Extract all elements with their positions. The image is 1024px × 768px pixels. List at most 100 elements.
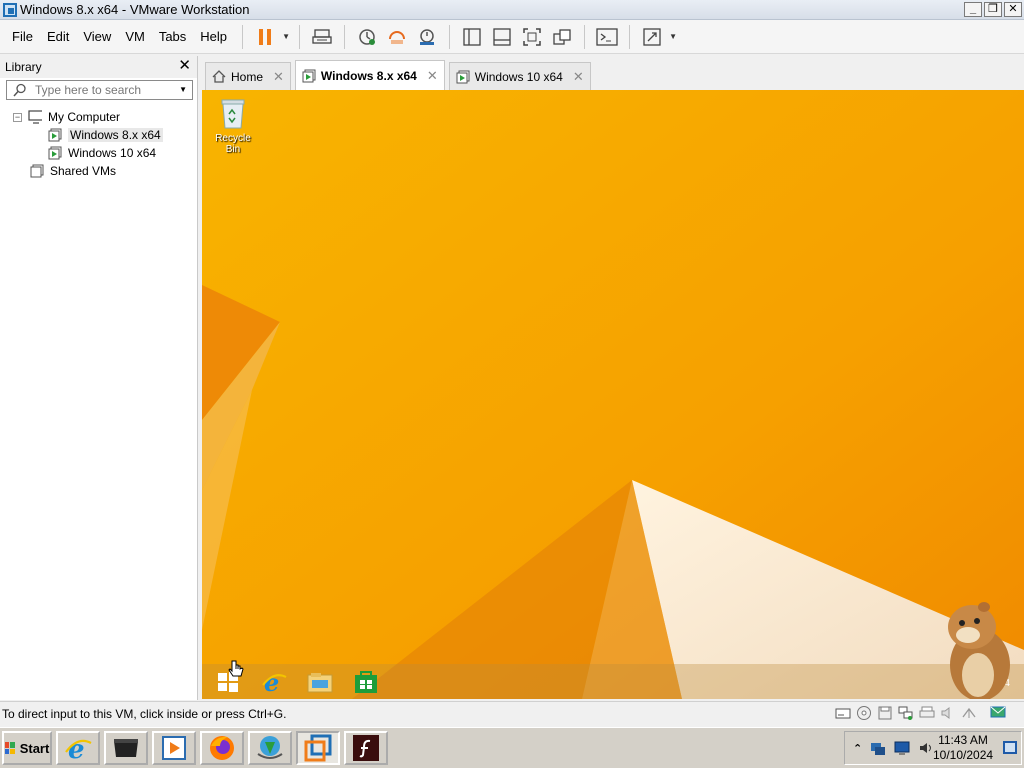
show-library-icon[interactable] xyxy=(459,24,485,50)
search-dropdown-arrow-icon[interactable]: ▼ xyxy=(179,85,187,94)
message-icon[interactable] xyxy=(990,705,1006,721)
stretch-dropdown-arrow-icon[interactable]: ▼ xyxy=(667,24,679,50)
taskbar-vmware-workstation[interactable] xyxy=(296,731,340,765)
svg-text:e: e xyxy=(68,735,85,762)
send-ctrl-alt-del-icon[interactable] xyxy=(309,24,335,50)
tab-close-icon[interactable]: ✕ xyxy=(273,69,284,85)
tree-item-my-computer[interactable]: − My Computer xyxy=(0,108,197,126)
recycle-bin-shortcut[interactable]: Recycle Bin xyxy=(208,96,258,155)
pause-icon[interactable] xyxy=(252,24,278,50)
library-close-button[interactable]: ✕ xyxy=(178,57,191,75)
mouse-cursor-hand-icon xyxy=(228,660,244,677)
internet-explorer-icon[interactable]: e xyxy=(258,666,290,698)
usb-icon[interactable] xyxy=(961,705,977,721)
windows-logo-icon xyxy=(4,742,15,754)
hard-disk-icon[interactable] xyxy=(835,705,851,721)
library-search-box[interactable]: ▼ xyxy=(6,80,193,100)
show-thumbnail-bar-icon[interactable] xyxy=(489,24,515,50)
vm-console[interactable]: Recycle Bin e 024 xyxy=(202,90,1024,699)
display-tray-icon[interactable] xyxy=(894,740,910,756)
taskbar-internet-download-manager[interactable] xyxy=(248,731,292,765)
tab-windows-8[interactable]: Windows 8.x x64 ✕ xyxy=(294,60,445,90)
network-adapter-icon[interactable] xyxy=(898,705,914,721)
computer-icon xyxy=(28,110,42,124)
tab-windows-10[interactable]: Windows 10 x64 ✕ xyxy=(448,62,591,90)
taskbar-internet-explorer[interactable]: e xyxy=(56,731,100,765)
hamster-mascot-icon xyxy=(948,602,1010,699)
volume-tray-icon[interactable] xyxy=(918,740,934,756)
cd-dvd-icon[interactable] xyxy=(856,705,872,721)
store-icon[interactable] xyxy=(350,666,382,698)
toolbar-separator xyxy=(449,24,451,49)
maximize-button[interactable]: ❐ xyxy=(984,2,1002,17)
full-screen-icon[interactable] xyxy=(519,24,545,50)
system-clock[interactable]: 11:43 AM 10/10/2024 xyxy=(933,733,993,763)
tree-item-shared-vms[interactable]: Shared VMs xyxy=(0,162,197,180)
taskbar-flash[interactable] xyxy=(344,731,388,765)
start-button[interactable]: Start xyxy=(2,731,52,765)
menu-tabs[interactable]: Tabs xyxy=(153,29,192,44)
window-controls: _ ❐ ✕ xyxy=(964,2,1022,17)
menu-help[interactable]: Help xyxy=(194,29,233,44)
menu-edit[interactable]: Edit xyxy=(41,29,75,44)
tab-label: Home xyxy=(231,69,264,84)
toolbar-separator xyxy=(242,24,244,49)
sound-icon[interactable] xyxy=(940,705,956,721)
tab-close-icon[interactable]: ✕ xyxy=(427,68,438,84)
firefox-icon xyxy=(210,736,234,760)
printer-icon[interactable] xyxy=(919,705,935,721)
menu-view[interactable]: View xyxy=(77,29,117,44)
tree-item-label: Windows 8.x x64 xyxy=(68,128,163,142)
tray-expand-icon[interactable]: ⌃ xyxy=(853,742,862,755)
vm-running-icon xyxy=(48,146,62,160)
power-dropdown-arrow-icon[interactable]: ▼ xyxy=(280,24,292,50)
menu-file[interactable]: File xyxy=(6,29,39,44)
window-title: Windows 8.x x64 - VMware Workstation xyxy=(20,2,250,17)
tree-item-windows-10-vm[interactable]: Windows 10 x64 xyxy=(0,144,197,162)
vmware-workstation-icon xyxy=(304,734,332,762)
taskbar-firefox[interactable] xyxy=(200,731,244,765)
snapshot-take-icon[interactable] xyxy=(354,24,380,50)
status-bar: To direct input to this VM, click inside… xyxy=(0,701,1024,725)
tab-label: Windows 10 x64 xyxy=(474,69,563,84)
recycle-bin-icon xyxy=(221,99,245,129)
terminal-icon xyxy=(114,739,138,757)
start-label: Start xyxy=(19,740,50,756)
tab-home[interactable]: Home ✕ xyxy=(205,62,291,90)
tree-item-label: Shared VMs xyxy=(50,164,117,178)
unity-icon[interactable] xyxy=(549,24,575,50)
search-icon xyxy=(13,83,26,97)
stretch-guest-icon[interactable] xyxy=(639,24,665,50)
guest-taskbar: e 024 xyxy=(202,664,1024,699)
vm-icon xyxy=(456,70,470,84)
shared-vms-icon xyxy=(30,164,44,178)
floppy-icon[interactable] xyxy=(877,705,893,721)
console-view-icon[interactable] xyxy=(594,24,620,50)
clock-date: 10/10/2024 xyxy=(933,748,994,762)
system-tray: ⌃ 11:43 AM 10/10/2024 xyxy=(844,731,1022,765)
minimize-button[interactable]: _ xyxy=(964,2,982,17)
tab-close-icon[interactable]: ✕ xyxy=(573,69,584,85)
flash-icon xyxy=(353,735,379,761)
menu-vm[interactable]: VM xyxy=(119,29,151,44)
snapshot-revert-icon[interactable] xyxy=(384,24,410,50)
tree-item-label: Windows 10 x64 xyxy=(68,146,157,160)
close-button[interactable]: ✕ xyxy=(1004,2,1022,17)
show-desktop-icon[interactable] xyxy=(1003,741,1017,754)
toolbar-separator xyxy=(584,24,586,49)
internet-explorer-icon: e xyxy=(65,735,92,762)
library-search-input[interactable] xyxy=(35,83,155,97)
toolbar-separator xyxy=(299,24,301,49)
taskbar-terminal[interactable] xyxy=(104,731,148,765)
host-taskbar: Start e ⌃ 11:43 AM 10/10/2024 xyxy=(0,727,1024,768)
taskbar-media-player[interactable] xyxy=(152,731,196,765)
tree-item-windows-8-vm[interactable]: Windows 8.x x64 xyxy=(0,126,197,144)
library-tree: − My Computer Windows 8.x x64 Windows 10… xyxy=(0,108,197,180)
file-explorer-icon[interactable] xyxy=(304,666,336,698)
collapse-icon[interactable]: − xyxy=(13,112,22,122)
library-panel: Library ✕ ▼ − My Computer Windows 8.x x6… xyxy=(0,56,198,700)
snapshot-manager-icon[interactable] xyxy=(414,24,440,50)
media-player-icon xyxy=(162,736,186,760)
network-tray-icon[interactable] xyxy=(870,740,886,756)
library-header: Library ✕ xyxy=(0,56,197,78)
